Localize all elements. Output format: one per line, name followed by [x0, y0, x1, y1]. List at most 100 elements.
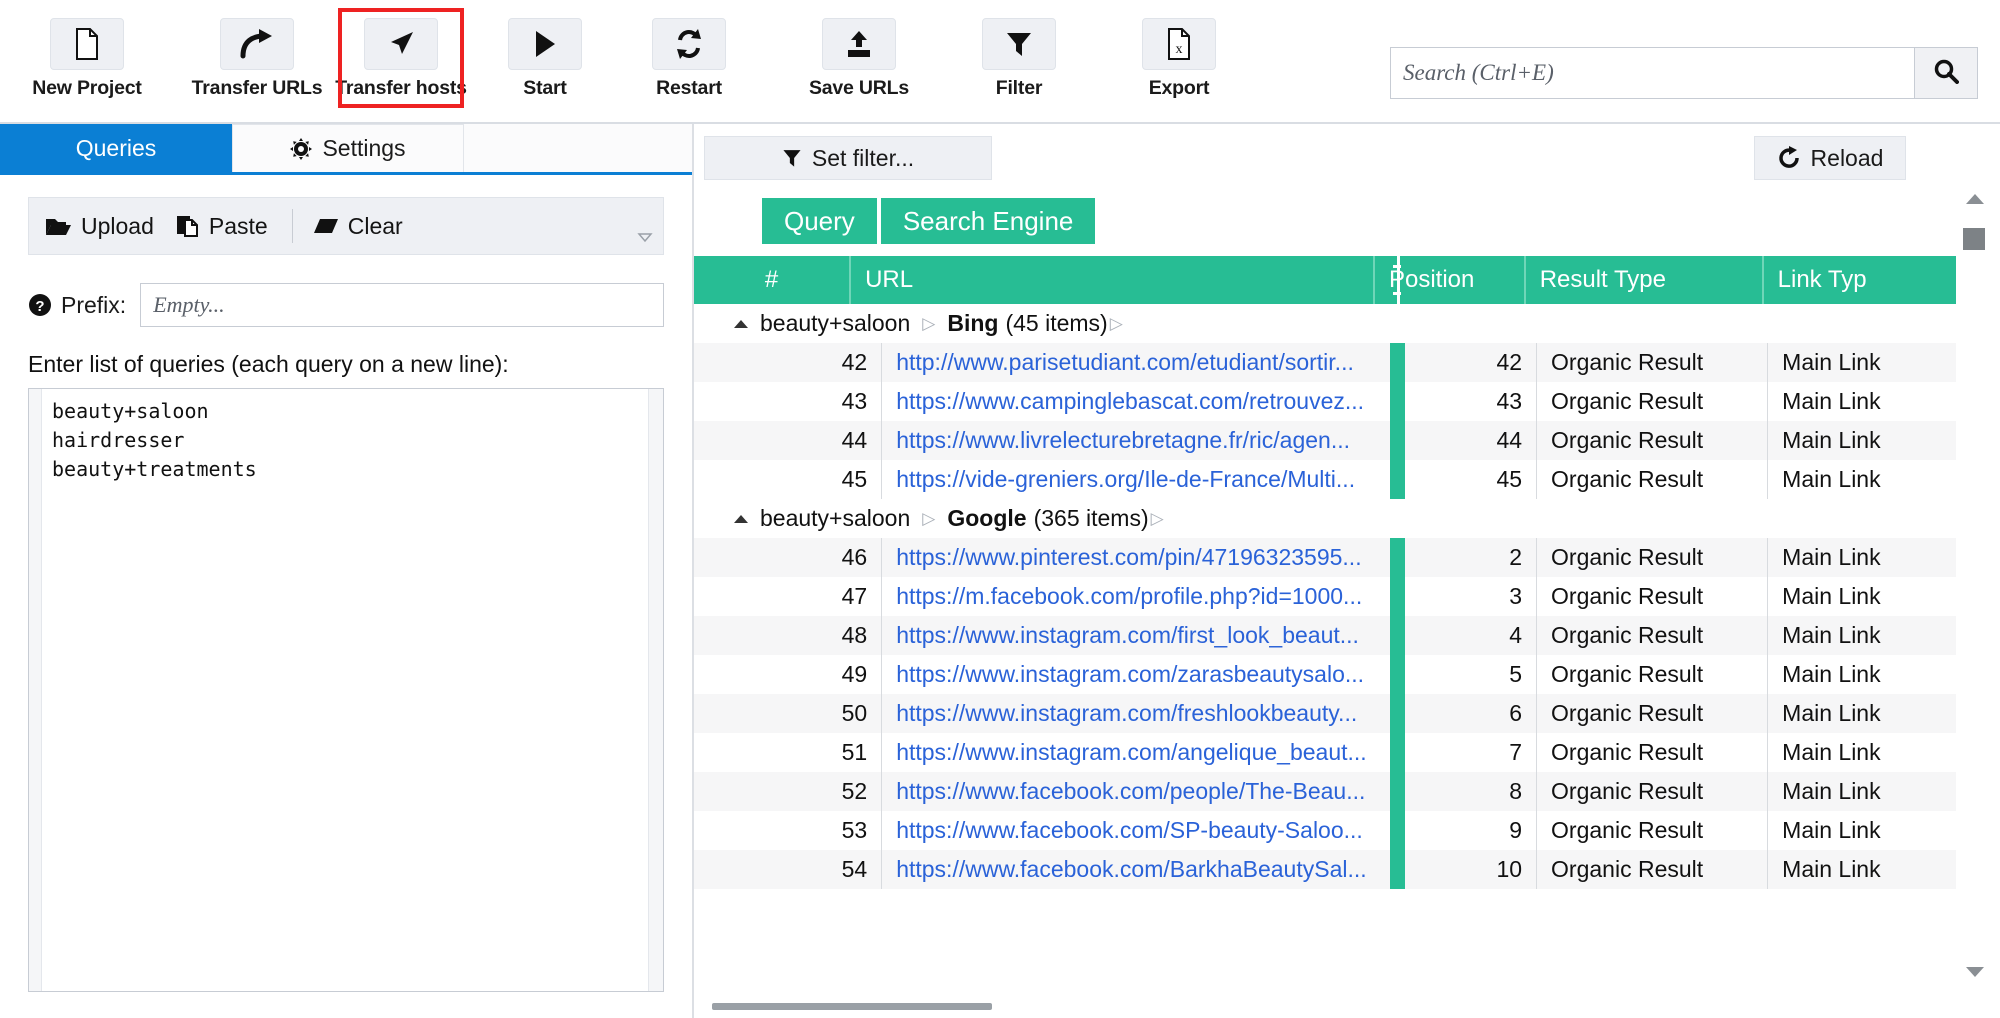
refresh-icon [652, 18, 726, 70]
clear-queries-button[interactable]: Clear [313, 213, 403, 240]
cell-url[interactable]: https://www.instagram.com/angelique_beau… [881, 733, 1389, 772]
group-count-label: (45 items) [1005, 310, 1108, 336]
vertical-scrollbar[interactable] [1956, 194, 2000, 1018]
group-chip-search-engine[interactable]: Search Engine [880, 198, 1096, 244]
cell-url[interactable]: https://www.livrelecturebretagne.fr/ric/… [881, 421, 1389, 460]
table-row[interactable]: 42 http://www.parisetudiant.com/etudiant/… [694, 343, 1956, 382]
save-urls-button[interactable]: Save URLs [800, 18, 918, 100]
horizontal-scrollbar-track[interactable] [694, 1003, 1956, 1014]
toolbar-overflow-button[interactable] [637, 230, 653, 248]
prefix-input[interactable] [140, 283, 664, 327]
export-button[interactable]: x Export [1120, 18, 1238, 100]
cell-url[interactable]: https://m.facebook.com/profile.php?id=10… [881, 577, 1389, 616]
cell-url[interactable]: https://www.instagram.com/freshlookbeaut… [881, 694, 1389, 733]
table-row[interactable]: 44 https://www.livrelecturebretagne.fr/ri… [694, 421, 1956, 460]
table-row[interactable]: 47 https://m.facebook.com/profile.php?id=… [694, 577, 1956, 616]
tab-settings[interactable]: Settings [232, 124, 464, 172]
paste-queries-button[interactable]: Paste [176, 213, 268, 240]
table-row[interactable]: 50 https://www.instagram.com/freshlookbea… [694, 694, 1956, 733]
cell-link-type: Main Link [1767, 733, 1956, 772]
group-row[interactable]: beauty+saloon ▷ Google (365 items) ▷ [694, 499, 1956, 538]
group-separator-icon: ▷ [922, 313, 936, 333]
vertical-scrollbar-thumb[interactable] [1963, 228, 1985, 250]
table-row[interactable]: 45 https://vide-greniers.org/Ile-de-Franc… [694, 460, 1956, 499]
transfer-hosts-button[interactable]: Transfer hosts [335, 8, 467, 108]
table-row[interactable]: 54 https://www.facebook.com/BarkhaBeautyS… [694, 850, 1956, 889]
set-filter-label: Set filter... [811, 144, 915, 171]
cell-url[interactable]: https://www.facebook.com/BarkhaBeautySal… [881, 850, 1389, 889]
filter-button[interactable]: Filter [960, 18, 1078, 100]
clear-queries-label: Clear [347, 212, 403, 239]
reload-label: Reload [1810, 144, 1884, 171]
help-circle-icon[interactable]: ? [28, 293, 52, 317]
position-marker [1389, 343, 1405, 382]
eraser-icon [313, 217, 339, 235]
table-row[interactable]: 49 https://www.instagram.com/zarasbeautys… [694, 655, 1956, 694]
tab-settings-label: Settings [322, 135, 406, 161]
column-header-result-type[interactable]: Result Type [1523, 256, 1762, 304]
transfer-urls-button[interactable]: Transfer URLs [192, 18, 323, 100]
group-engine-label: Google [947, 505, 1027, 531]
svg-text:x: x [1176, 42, 1183, 57]
column-header-position[interactable]: Position [1372, 256, 1524, 304]
column-header-link-type[interactable]: Link Typ [1761, 256, 1956, 304]
cell-url[interactable]: https://www.campinglebascat.com/retrouve… [881, 382, 1389, 421]
cell-url[interactable]: https://vide-greniers.org/Ile-de-France/… [881, 460, 1389, 499]
cell-index: 53 [841, 817, 868, 843]
restart-button[interactable]: Restart [630, 18, 748, 100]
group-expander-icon[interactable] [730, 514, 752, 524]
table-row[interactable]: 52 https://www.facebook.com/people/The-Be… [694, 772, 1956, 811]
search-box [1390, 47, 1978, 99]
cell-url[interactable]: https://www.pinterest.com/pin/4719632359… [881, 538, 1389, 577]
position-marker [1389, 850, 1405, 889]
cell-link-type: Main Link [1767, 460, 1956, 499]
new-project-button[interactable]: New Project [28, 18, 146, 100]
horizontal-scrollbar-thumb[interactable] [712, 1003, 992, 1010]
table-row[interactable]: 53 https://www.facebook.com/SP-beauty-Sal… [694, 811, 1956, 850]
cell-result-type: Organic Result [1536, 811, 1767, 850]
tab-queries[interactable]: Queries [0, 124, 232, 172]
cell-url[interactable]: https://www.facebook.com/SP-beauty-Saloo… [881, 811, 1389, 850]
group-expander-icon[interactable] [730, 319, 752, 329]
group-row[interactable]: beauty+saloon ▷ Bing (45 items) ▷ [694, 304, 1956, 343]
queries-gutter [29, 389, 42, 991]
queries-textarea[interactable]: beauty+saloon hairdresser beauty+treatme… [28, 388, 664, 992]
cell-link-type: Main Link [1767, 655, 1956, 694]
column-header-index[interactable]: # [694, 256, 849, 304]
set-filter-button[interactable]: Set filter... [704, 136, 992, 180]
queries-text[interactable]: beauty+saloon hairdresser beauty+treatme… [42, 389, 648, 991]
cell-position: 7 [1509, 739, 1523, 765]
table-row[interactable]: 46 https://www.pinterest.com/pin/47196323… [694, 538, 1956, 577]
table-row[interactable]: 48 https://www.instagram.com/first_look_b… [694, 616, 1956, 655]
upload-queries-button[interactable]: Upload [45, 213, 154, 240]
cell-url[interactable]: http://www.parisetudiant.com/etudiant/so… [881, 343, 1389, 382]
search-input[interactable] [1391, 48, 1914, 98]
cell-url[interactable]: https://www.facebook.com/people/The-Beau… [881, 772, 1389, 811]
position-marker [1389, 538, 1405, 577]
table-row[interactable]: 51 https://www.instagram.com/angelique_be… [694, 733, 1956, 772]
queries-vertical-scrollbar[interactable] [648, 389, 663, 991]
cell-position: 10 [1496, 856, 1523, 882]
cell-position: 2 [1509, 544, 1523, 570]
cell-url[interactable]: https://www.instagram.com/zarasbeautysal… [881, 655, 1389, 694]
left-panel: Queries Settings Upload Paste Clear ? Pr… [0, 124, 694, 1018]
table-row[interactable]: 43 https://www.campinglebascat.com/retrou… [694, 382, 1956, 421]
cell-index: 48 [841, 622, 868, 648]
cell-position: 44 [1496, 427, 1523, 453]
cell-position: 3 [1509, 583, 1523, 609]
cell-result-type: Organic Result [1536, 655, 1767, 694]
column-header-url[interactable]: URL [849, 256, 1373, 304]
scroll-down-arrow-icon[interactable] [1964, 965, 1986, 984]
group-chip-query[interactable]: Query [762, 198, 877, 244]
scroll-up-arrow-icon[interactable] [1964, 192, 1986, 211]
group-query-label: beauty+saloon [760, 310, 911, 336]
excel-file-icon: x [1142, 18, 1216, 70]
search-button[interactable] [1914, 48, 1977, 98]
cell-url[interactable]: https://www.instagram.com/first_look_bea… [881, 616, 1389, 655]
queries-hint-label: Enter list of queries (each query on a n… [28, 351, 509, 377]
reload-button[interactable]: Reload [1754, 136, 1906, 180]
start-button[interactable]: Start [486, 18, 604, 100]
cell-link-type: Main Link [1767, 811, 1956, 850]
position-marker [1389, 733, 1405, 772]
group-engine-label: Bing [947, 310, 999, 336]
